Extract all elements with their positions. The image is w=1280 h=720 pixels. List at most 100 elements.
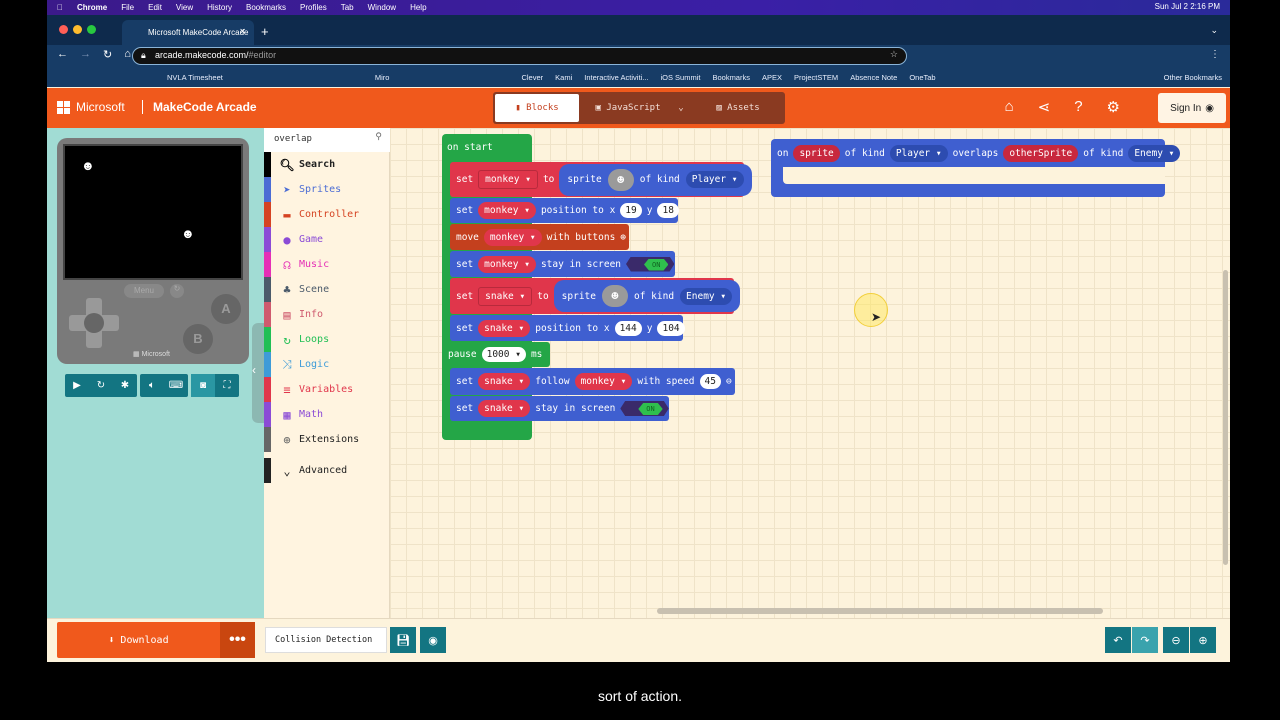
sprite-create-block[interactable]: sprite ☻ of kind Player ▾: [559, 163, 752, 196]
block-set[interactable]: set snake ▾ position to x 144 y 104: [450, 315, 685, 341]
variable-dropdown[interactable]: monkey ▾: [478, 255, 536, 273]
toolbox-category-info[interactable]: ▤ Info: [264, 302, 390, 327]
number-input[interactable]: 45: [699, 374, 721, 389]
horizontal-scrollbar[interactable]: [657, 608, 1103, 614]
menu-tab[interactable]: Tab: [341, 3, 354, 12]
block-pause[interactable]: pause 1000 ▾ ms: [442, 342, 550, 367]
save-icon[interactable]: 💾︎: [390, 627, 416, 653]
zoom-out-icon[interactable]: ⊖: [1163, 627, 1189, 653]
variable-dropdown[interactable]: monkey ▾: [483, 228, 542, 246]
menu-profiles[interactable]: Profiles: [300, 3, 327, 12]
tab-javascript[interactable]: ▣ JavaScript: [583, 94, 673, 122]
block-set[interactable]: set snake ▾ stay in screen ON: [450, 396, 669, 421]
block-move[interactable]: move monkey ▾ with buttons ⊕: [450, 224, 629, 250]
toolbox-category-search[interactable]: 🔍︎ Search: [264, 152, 390, 177]
clock[interactable]: Sun Jul 2 2:16 PM: [1155, 2, 1220, 11]
microsoft-logo[interactable]: Microsoft: [57, 100, 125, 114]
menu-help[interactable]: Help: [410, 3, 426, 12]
bookmark[interactable]: iOS Summit: [660, 73, 700, 82]
sprite-create-block[interactable]: sprite ☻ of kind Enemy ▾: [553, 280, 741, 312]
home-icon[interactable]: ⌂: [1005, 98, 1014, 116]
maximize-window-icon[interactable]: [87, 25, 96, 34]
home-icon[interactable]: ⌂: [124, 48, 131, 61]
menu-bookmarks[interactable]: Bookmarks: [246, 3, 286, 12]
more-options-button[interactable]: •••: [220, 622, 255, 658]
apple-icon[interactable]: : [57, 3, 63, 12]
bookmark[interactable]: Clever: [521, 73, 543, 82]
minimize-window-icon[interactable]: [73, 25, 82, 34]
restart-icon[interactable]: ↻: [170, 284, 184, 298]
variable-dropdown[interactable]: snake ▾: [478, 319, 531, 337]
fullscreen-icon[interactable]: ⛶: [215, 374, 239, 397]
close-tab-icon[interactable]: ✕: [239, 27, 246, 36]
block-set[interactable]: set monkey ▾ to sprite ☻ of kind Player ▾: [450, 162, 752, 197]
bookmark[interactable]: ProjectSTEM: [794, 73, 838, 82]
debug-icon[interactable]: ✱: [113, 374, 137, 397]
screenshot-icon[interactable]: ◙: [191, 374, 215, 397]
toolbox-category-extensions[interactable]: ⊕ Extensions: [264, 427, 390, 452]
close-window-icon[interactable]: [59, 25, 68, 34]
menu-file[interactable]: File: [121, 3, 134, 12]
toolbox-category-logic[interactable]: ⤨ Logic: [264, 352, 390, 377]
number-input[interactable]: 144: [614, 320, 642, 336]
download-button[interactable]: ⬇ Download: [57, 622, 220, 658]
toolbox-category-variables[interactable]: ≡ Variables: [264, 377, 390, 402]
toggle-switch[interactable]: ON: [626, 256, 675, 272]
menu-history[interactable]: History: [207, 3, 232, 12]
menu-view[interactable]: View: [176, 3, 193, 12]
zoom-in-icon[interactable]: ⊕: [1190, 627, 1216, 653]
address-bar[interactable]: 🔒︎ arcade.makecode.com/#editor ☆: [132, 47, 907, 65]
variable-dropdown[interactable]: monkey ▾: [478, 170, 538, 189]
play-icon[interactable]: ▶: [65, 374, 89, 397]
block-set[interactable]: set snake ▾ to sprite ☻ of kind Enemy ▾: [450, 278, 741, 314]
restart-icon[interactable]: ↻: [89, 374, 113, 397]
bookmark-star-icon[interactable]: ☆: [890, 49, 898, 60]
block-set[interactable]: set monkey ▾ position to x 19 y 18: [450, 198, 679, 223]
toolbox-search-input[interactable]: overlap ⚲: [264, 128, 390, 152]
toolbox-category-controller[interactable]: ▬ Controller: [264, 202, 390, 227]
bookmark[interactable]: Bookmarks: [712, 73, 750, 82]
redo-icon[interactable]: ↷: [1132, 627, 1158, 653]
kind-dropdown[interactable]: Enemy ▾: [680, 287, 733, 305]
variable-dropdown[interactable]: snake ▾: [478, 373, 531, 390]
block-set[interactable]: set snake ▾ follow monkey ▾ with speed 45 ⊖: [450, 368, 735, 395]
bookmark[interactable]: Kami: [555, 73, 572, 82]
tab-blocks[interactable]: ▮ Blocks: [495, 94, 579, 122]
bookmark[interactable]: APEX: [762, 73, 782, 82]
browser-tab[interactable]: Microsoft MakeCode Arcade ✕: [122, 20, 254, 45]
menu-window[interactable]: Window: [368, 3, 396, 12]
bookmark[interactable]: OneTab: [909, 73, 935, 82]
game-screen[interactable]: ☻ ☻: [63, 144, 243, 280]
github-icon[interactable]: ◉: [420, 627, 446, 653]
a-button[interactable]: A: [211, 294, 241, 324]
app-title[interactable]: MakeCode Arcade: [142, 100, 257, 114]
block-button-icon[interactable]: ⊕: [620, 232, 626, 243]
forward-icon[interactable]: →: [80, 48, 91, 61]
toolbox-category-advanced[interactable]: ⌄ Advanced: [264, 458, 390, 483]
menu-chrome[interactable]: Chrome: [77, 3, 107, 12]
b-button[interactable]: B: [183, 324, 213, 354]
number-dropdown[interactable]: 1000 ▾: [481, 347, 526, 362]
number-input[interactable]: 19: [620, 203, 642, 218]
help-icon[interactable]: ?: [1074, 98, 1082, 116]
toggle-switch[interactable]: ON: [620, 401, 669, 416]
toolbox-category-math[interactable]: ▦ Math: [264, 402, 390, 427]
menu-button[interactable]: Menu: [124, 284, 164, 298]
number-input[interactable]: 104: [657, 320, 685, 336]
kind-dropdown[interactable]: Enemy ▾: [1128, 144, 1181, 162]
bookmark[interactable]: Interactive Activiti...: [584, 73, 648, 82]
variable-dropdown[interactable]: snake ▾: [478, 286, 533, 306]
parameter-sprite[interactable]: sprite: [793, 144, 840, 162]
dpad[interactable]: [69, 298, 119, 348]
project-name-input[interactable]: Collision Detection: [265, 627, 387, 653]
language-dropdown-icon[interactable]: ⌄: [671, 94, 691, 122]
bookmark[interactable]: Other Bookmarks: [1164, 73, 1222, 82]
toolbox-category-music[interactable]: ☊ Music: [264, 252, 390, 277]
kind-dropdown[interactable]: Player ▾: [685, 171, 744, 188]
variable-dropdown[interactable]: monkey ▾: [478, 202, 536, 219]
on-overlap-event-block[interactable]: on sprite of kind Player ▾ overlaps otherSpri…: [771, 139, 1181, 197]
keyboard-icon[interactable]: ⌨: [164, 374, 188, 397]
bookmark[interactable]: NVLA Timesheet: [167, 73, 223, 82]
parameter-otherSprite[interactable]: otherSprite: [1003, 144, 1079, 162]
toolbox-category-scene[interactable]: ♣ Scene: [264, 277, 390, 302]
